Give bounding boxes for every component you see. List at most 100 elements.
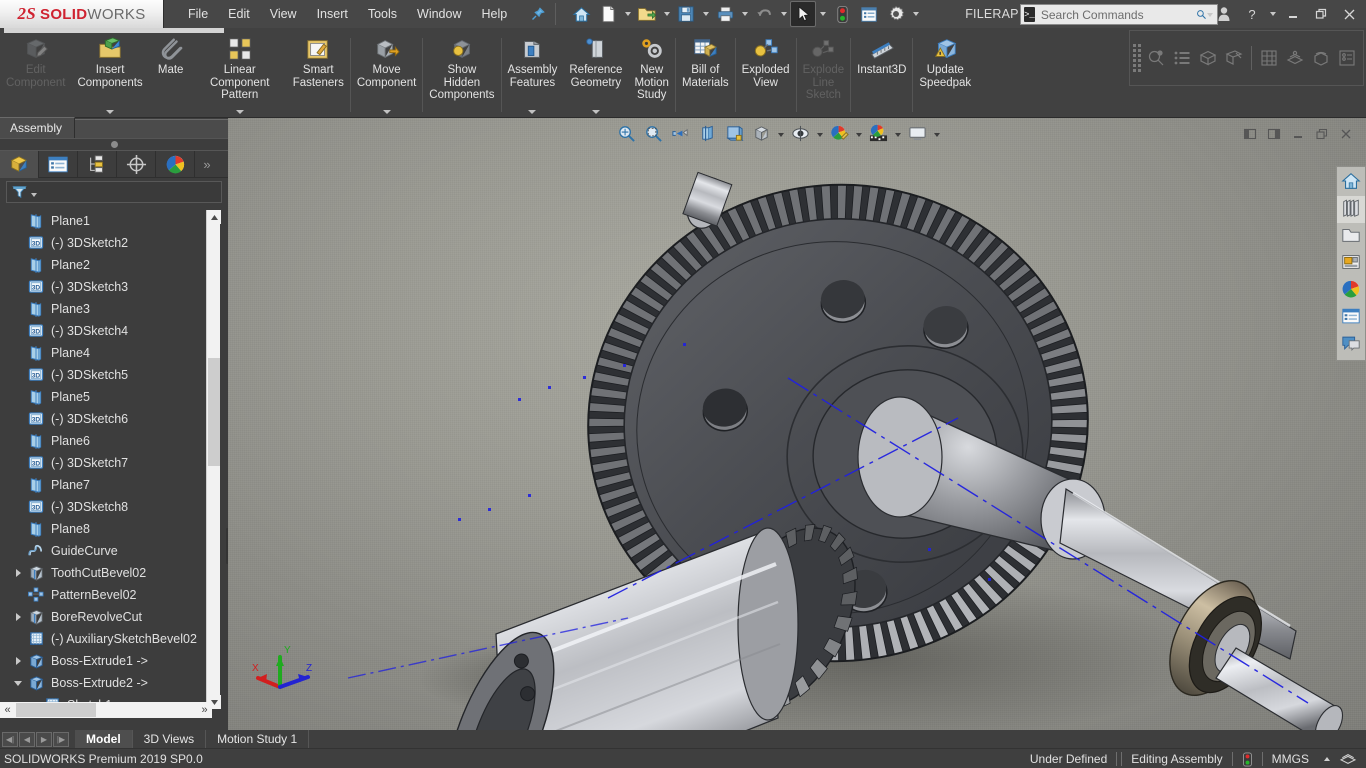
filter-chevron-down-icon[interactable] — [31, 192, 37, 197]
tree-collapse-chevron-icon[interactable] — [12, 677, 24, 689]
tree-item-guidecurve[interactable]: GuideCurve — [0, 540, 208, 562]
tree-item-borerevolvecut[interactable]: BoreRevolveCut — [0, 606, 208, 628]
display-states-icon[interactable] — [1143, 45, 1169, 71]
tree-item-3dsketch4[interactable]: 3D (-) 3DSketch4 — [0, 320, 208, 342]
zoom-to-area-button[interactable] — [640, 123, 666, 147]
ribbon-insert-components-button[interactable]: Insert Components — [71, 32, 148, 116]
tree-item-plane1[interactable]: Plane1 — [0, 210, 208, 232]
rebuild-button[interactable] — [829, 1, 855, 27]
tree-item-boss-extrude2[interactable]: Boss-Extrude2 -> — [0, 672, 208, 694]
appearance-grid-icon[interactable] — [1256, 45, 1282, 71]
ribbon-item-chevron-down-icon[interactable] — [106, 110, 115, 114]
tree-filter-row[interactable] — [6, 181, 222, 203]
view-settings-chevron-down-icon[interactable] — [931, 123, 942, 147]
tree-scroll-thumb[interactable] — [208, 358, 220, 466]
tree-horizontal-scrollbar[interactable]: « » — [0, 702, 212, 718]
previous-view-button[interactable] — [667, 123, 693, 147]
print-button[interactable] — [712, 1, 738, 27]
tree-item-3dsketch6[interactable]: 3D (-) 3DSketch6 — [0, 408, 208, 430]
ribbon-item-chevron-down-icon[interactable] — [528, 110, 537, 114]
rebuild-status-icon[interactable] — [1233, 751, 1262, 767]
minimize-doc-icon[interactable] — [1288, 124, 1308, 144]
next-tab-icon[interactable]: ▶ — [36, 731, 52, 747]
tree-item-plane6[interactable]: Plane6 — [0, 430, 208, 452]
tree-item-patternbevel02[interactable]: PatternBevel02 — [0, 584, 208, 606]
save-caret[interactable] — [700, 1, 711, 27]
menu-window[interactable]: Window — [407, 2, 471, 26]
search-commands-box[interactable]: >_ — [1020, 4, 1218, 25]
tree-item-3dsketch5[interactable]: 3D (-) 3DSketch5 — [0, 364, 208, 386]
view-palette-button[interactable] — [1337, 250, 1365, 277]
configuration-manager-tab[interactable] — [78, 150, 117, 178]
undo-caret[interactable] — [778, 1, 789, 27]
graphics-viewport[interactable]: X Y Z — [228, 118, 1366, 730]
tree-item-toothcutbevel02[interactable]: ToothCutBevel02 — [0, 562, 208, 584]
tree-hscroll-thumb[interactable] — [16, 703, 96, 717]
gear-assembly-model[interactable] — [228, 118, 1366, 730]
scene-stack-icon[interactable] — [1282, 45, 1308, 71]
tree-item-plane4[interactable]: Plane4 — [0, 342, 208, 364]
solidworks-forum-button[interactable] — [1337, 331, 1365, 358]
ribbon-item-chevron-down-icon[interactable] — [591, 110, 600, 114]
display-style-button[interactable] — [748, 123, 774, 147]
tree-item-auxiliarysketchbevel02[interactable]: (-) AuxiliarySketchBevel02 — [0, 628, 208, 650]
ribbon-explode-line-sketch-button[interactable]: Explode Line Sketch — [797, 32, 851, 116]
ribbon-assembly-features-button[interactable]: Assembly Features — [502, 32, 564, 116]
ribbon-linear-component-pattern-button[interactable]: Linear Component Pattern — [193, 32, 287, 116]
minimize-icon[interactable] — [1280, 1, 1306, 27]
toolbar-grip[interactable] — [1133, 33, 1141, 83]
document-tab-3d-views[interactable]: 3D Views — [133, 730, 207, 748]
tree-item-3dsketch2[interactable]: 3D (-) 3DSketch2 — [0, 232, 208, 254]
options-button[interactable] — [883, 1, 909, 27]
tree-item-plane8[interactable]: Plane8 — [0, 518, 208, 540]
prev-tab-icon[interactable]: ◀ — [19, 731, 35, 747]
magnifier-icon[interactable] — [1196, 7, 1207, 22]
user-account-icon[interactable] — [1211, 1, 1237, 27]
hide-show-items-button[interactable] — [787, 123, 813, 147]
ribbon-mate-button[interactable]: Mate — [149, 32, 193, 116]
tree-item-3dsketch7[interactable]: 3D (-) 3DSketch7 — [0, 452, 208, 474]
appearances-button[interactable] — [1337, 277, 1365, 304]
ribbon-move-component-button[interactable]: Move Component — [351, 32, 422, 116]
first-tab-icon[interactable]: ◀| — [2, 731, 18, 747]
tree-item-3dsketch8[interactable]: 3D (-) 3DSketch8 — [0, 496, 208, 518]
restore-window-icon[interactable] — [1308, 1, 1334, 27]
custom-properties-button[interactable] — [1337, 304, 1365, 331]
ribbon-exploded-view-button[interactable]: Exploded View — [736, 32, 796, 116]
select-button[interactable] — [790, 1, 817, 27]
options-caret[interactable] — [910, 1, 921, 27]
menu-file[interactable]: File — [178, 2, 218, 26]
ribbon-new-motion-study-button[interactable]: New Motion Study — [628, 32, 675, 116]
restore-doc-icon[interactable] — [1312, 124, 1332, 144]
scroll-left-icon[interactable]: « — [0, 703, 15, 718]
hide-show-items-chevron-down-icon[interactable] — [814, 123, 825, 147]
units-label[interactable]: MMGS — [1263, 752, 1318, 766]
new-document-caret[interactable] — [622, 1, 633, 27]
view-settings-button[interactable] — [904, 123, 930, 147]
document-tab-motion-study-1[interactable]: Motion Study 1 — [206, 730, 310, 748]
menu-help[interactable]: Help — [472, 2, 518, 26]
tree-tabs-overflow-icon[interactable]: » — [195, 151, 219, 178]
menu-insert[interactable]: Insert — [307, 2, 358, 26]
document-tab-model[interactable]: Model — [75, 730, 133, 748]
ribbon-bill-of-materials-button[interactable]: Bill of Materials — [676, 32, 735, 116]
question-mark-icon[interactable]: ? — [1239, 1, 1265, 27]
display-manager-tab[interactable] — [156, 150, 195, 178]
home-task-button[interactable] — [1337, 169, 1365, 196]
list-items-icon[interactable] — [1169, 45, 1195, 71]
tree-item-plane3[interactable]: Plane3 — [0, 298, 208, 320]
dimxpert-manager-tab[interactable] — [117, 150, 156, 178]
property-manager-tab[interactable] — [39, 150, 78, 178]
search-input[interactable] — [1034, 7, 1196, 22]
ribbon-smart-fasteners-button[interactable]: Smart Fasteners — [287, 32, 350, 116]
tree-item-boss-extrude1[interactable]: Boss-Extrude1 -> — [0, 650, 208, 672]
tree-expand-chevron-icon[interactable] — [12, 655, 24, 667]
layers-icon[interactable] — [1330, 752, 1366, 766]
isometric-block-icon[interactable] — [1195, 45, 1221, 71]
undo-button[interactable] — [751, 1, 777, 27]
close-doc-icon[interactable] — [1336, 124, 1356, 144]
tree-vertical-scrollbar[interactable] — [206, 210, 221, 709]
ribbon-reference-geometry-button[interactable]: Reference Geometry — [563, 32, 628, 116]
tree-expand-chevron-icon[interactable] — [12, 611, 24, 623]
ribbon-item-chevron-down-icon[interactable] — [382, 110, 391, 114]
